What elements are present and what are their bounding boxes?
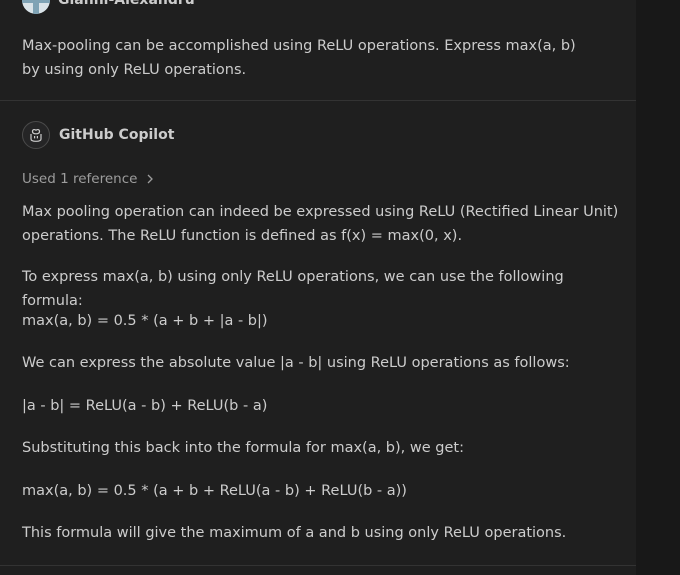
response-formula: max(a, b) = 0.5 * (a + b + ReLU(a - b) +… <box>22 483 407 499</box>
user-message-text: Max-pooling can be accomplished using Re… <box>22 38 576 78</box>
response-paragraph: Substituting this back into the formula … <box>22 440 464 456</box>
response-paragraph: We can express the absolute value |a - b… <box>22 355 570 371</box>
references-label: Used 1 reference <box>22 171 138 187</box>
copilot-name: GitHub Copilot <box>59 127 175 143</box>
username: Gianni-Alexandru <box>58 0 195 8</box>
response-formula: |a - b| = ReLU(a - b) + ReLU(b - a) <box>22 398 268 414</box>
used-references-toggle[interactable]: Used 1 reference <box>22 168 155 190</box>
chat-panel: Gianni-Alexandru Max-pooling can be acco… <box>0 0 636 575</box>
user-message-header: Gianni-Alexandru <box>22 0 195 14</box>
copilot-icon <box>30 128 42 142</box>
response-formula: max(a, b) = 0.5 * (a + b + |a - b|) <box>22 313 268 329</box>
response-paragraph: Max pooling operation can indeed be expr… <box>22 204 619 244</box>
response-paragraph: This formula will give the maximum of a … <box>22 525 567 541</box>
editor-side-gutter <box>636 0 680 575</box>
chevron-right-icon[interactable] <box>145 173 155 185</box>
message-divider <box>0 100 636 101</box>
response-paragraph: To express max(a, b) using only ReLU ope… <box>22 269 564 309</box>
copilot-avatar-icon <box>22 121 50 149</box>
message-divider <box>0 565 636 566</box>
user-avatar-icon <box>22 0 50 14</box>
copilot-message-header: GitHub Copilot <box>22 121 174 149</box>
